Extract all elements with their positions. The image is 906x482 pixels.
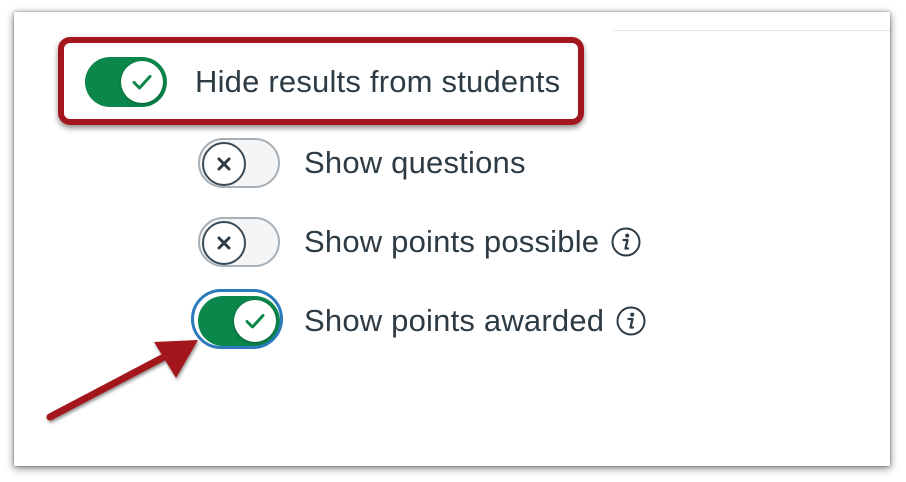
- annotation-arrow-icon: [46, 340, 198, 421]
- settings-panel: Hide results from students Show question…: [14, 12, 890, 466]
